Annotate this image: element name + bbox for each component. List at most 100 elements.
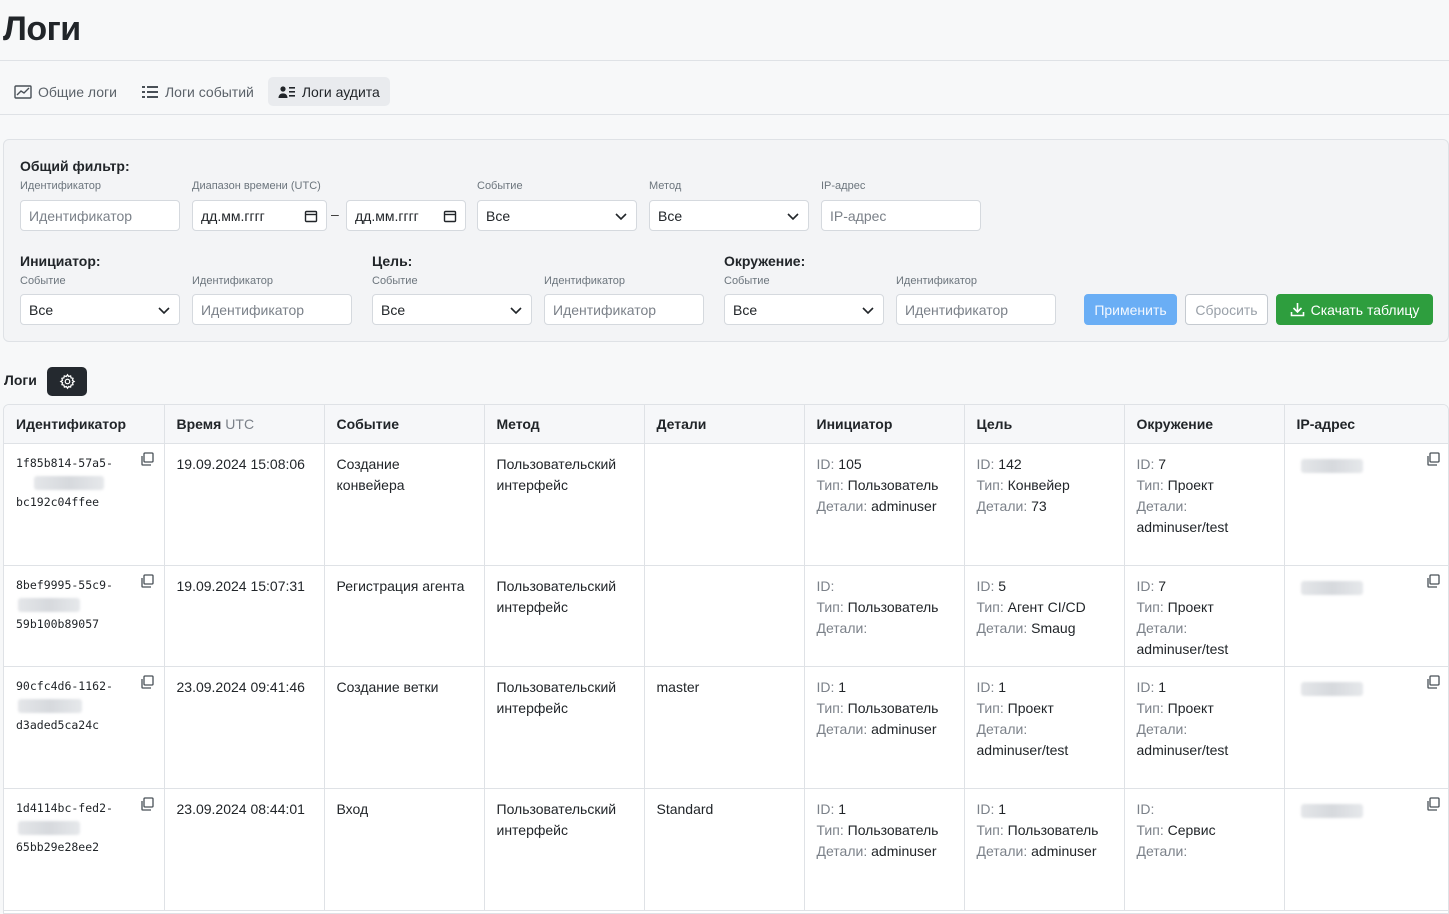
column-header-event[interactable]: Событие [324,405,485,444]
column-header-target[interactable]: Цель [964,405,1125,444]
method-select[interactable]: Все [649,200,809,231]
initiator-details: Детали: adminuser [817,719,952,740]
environment-event-select[interactable]: Все [724,294,884,325]
time-value: 23.09.2024 08:44:01 [176,800,305,817]
tab-general-logs[interactable]: Общие логи [4,77,127,106]
copy-icon[interactable] [140,573,154,588]
target-id-label: Идентификатор [544,275,625,287]
column-header-details[interactable]: Детали [644,405,805,444]
date-to-input[interactable]: дд.мм.гггг [346,200,466,231]
table-row[interactable]: 1d4114bc-fed2- 65bb29e28ee2 23.09.2024 08:… [4,788,1448,911]
field-value: 1 [998,800,1007,817]
environment-id-label: Идентификатор [896,275,977,287]
column-header-time[interactable]: Время UTC [164,405,325,444]
copy-icon[interactable] [1426,451,1440,466]
event-select[interactable]: Все [477,200,637,231]
copy-icon[interactable] [1426,573,1440,588]
calendar-icon[interactable] [304,209,318,223]
redacted-ip [1300,459,1363,474]
field-label: Тип: [816,699,844,716]
field-value: 1 [838,800,847,817]
cell-event: Регистрация агента [324,565,485,667]
column-header-label: IP-адрес [1296,415,1356,432]
environment-details: Детали: [1137,841,1272,862]
cell-details: master [644,666,805,789]
date-from-value: дд.мм.гггг [201,207,265,224]
field-label: Тип: [976,598,1004,615]
table-row[interactable]: 8bef9995-55c9- 59b100b89057 19.09.2024 15:… [4,565,1448,667]
method-select-value: Все [658,207,683,224]
target-id-input[interactable]: Идентификатор [544,294,704,325]
field-label: ID: [816,678,835,695]
user-list-icon [278,85,295,98]
column-header-ip[interactable]: IP-адрес [1284,405,1448,444]
field-value: Проект [1167,598,1214,615]
initiator-id-input[interactable]: Идентификатор [192,294,352,325]
initiator-event-select[interactable]: Все [20,294,180,325]
column-header-id[interactable]: Идентификатор [4,405,165,444]
apply-button[interactable]: Применить [1084,294,1177,325]
cell-method: Пользовательский интерфейс [484,443,645,566]
field-value: 1 [1158,678,1167,695]
initiator-id: ID: 1 [817,677,952,698]
field-label: ID: [976,455,995,472]
initiator-type: Тип: Пользователь [817,475,952,496]
cell-initiator: ID: 1 Тип: Пользователь Детали: adminuser [804,788,965,911]
field-value: adminuser [871,842,937,859]
time-value: 19.09.2024 15:08:06 [176,455,305,472]
copy-icon[interactable] [140,674,154,689]
column-header-initiator[interactable]: Инициатор [804,405,965,444]
field-label: Детали: [976,720,1028,737]
logs-table: Идентификатор Время UTC Событие Метод Дет… [3,404,1449,914]
redacted-id-part [16,472,152,493]
environment-id: ID: 7 [1137,454,1272,475]
cell-id: 90cfc4d6-1162- d3aded5ca24c [4,666,165,789]
reset-button[interactable]: Сбросить [1185,294,1268,325]
copy-icon[interactable] [140,796,154,811]
field-value: 73 [1031,497,1047,514]
column-header-environment[interactable]: Окружение [1124,405,1285,444]
column-header-method[interactable]: Метод [484,405,645,444]
copy-icon[interactable] [140,451,154,466]
target-event-select[interactable]: Все [372,294,532,325]
log-id-bottom: bc192c04ffee [16,494,100,509]
event-select-value: Все [486,207,511,224]
cell-time: 23.09.2024 09:41:46 [164,666,325,789]
log-id-top: 90cfc4d6-1162- [16,678,113,693]
copy-icon[interactable] [1426,796,1440,811]
log-id-top: 8bef9995-55c9- [16,577,113,592]
cell-event: Вход [324,788,485,911]
cell-target: ID: 142 Тип: Конвейер Детали: 73 [964,443,1125,566]
cell-target: ID: 1 Тип: Проект Детали: adminuser/test [964,666,1125,789]
field-label: ID: [976,800,995,817]
field-label: Детали: [1136,497,1188,514]
ip-input[interactable]: IP-адрес [821,200,981,231]
id-input[interactable]: Идентификатор [20,200,180,231]
copy-icon[interactable] [1426,674,1440,689]
target-id: ID: 1 [977,799,1112,820]
download-table-button[interactable]: Скачать таблицу [1276,294,1433,325]
table-row[interactable]: 1f85b814-57a5- bc192c04ffee 19.09.2024 15:… [4,443,1448,566]
environment-event-label: Событие [724,275,770,287]
gear-icon [59,373,75,390]
field-label: Тип: [1136,476,1164,493]
column-header-label: Инициатор [816,415,893,432]
table-row[interactable]: 90cfc4d6-1162- d3aded5ca24c 23.09.2024 09:… [4,666,1448,789]
tab-event-logs[interactable]: Логи событий [131,77,264,106]
column-header-label: Цель [976,415,1013,432]
table-settings-button[interactable] [47,367,87,396]
tab-audit-logs[interactable]: Логи аудита [267,77,390,106]
environment-id-input[interactable]: Идентификатор [896,294,1056,325]
field-label: Тип: [976,821,1004,838]
calendar-icon[interactable] [443,209,457,223]
field-value: Пользователь [847,699,939,716]
cell-ip [1284,666,1448,789]
field-value: 1 [838,678,847,695]
date-from-input[interactable]: дд.мм.гггг [192,200,327,231]
target-event-label: Событие [372,275,418,287]
cell-details [644,565,805,667]
cell-initiator: ID: Тип: Пользователь Детали: [804,565,965,667]
target-event-value: Все [381,301,406,318]
cell-method: Пользовательский интерфейс [484,666,645,789]
field-label: Тип: [1136,821,1164,838]
